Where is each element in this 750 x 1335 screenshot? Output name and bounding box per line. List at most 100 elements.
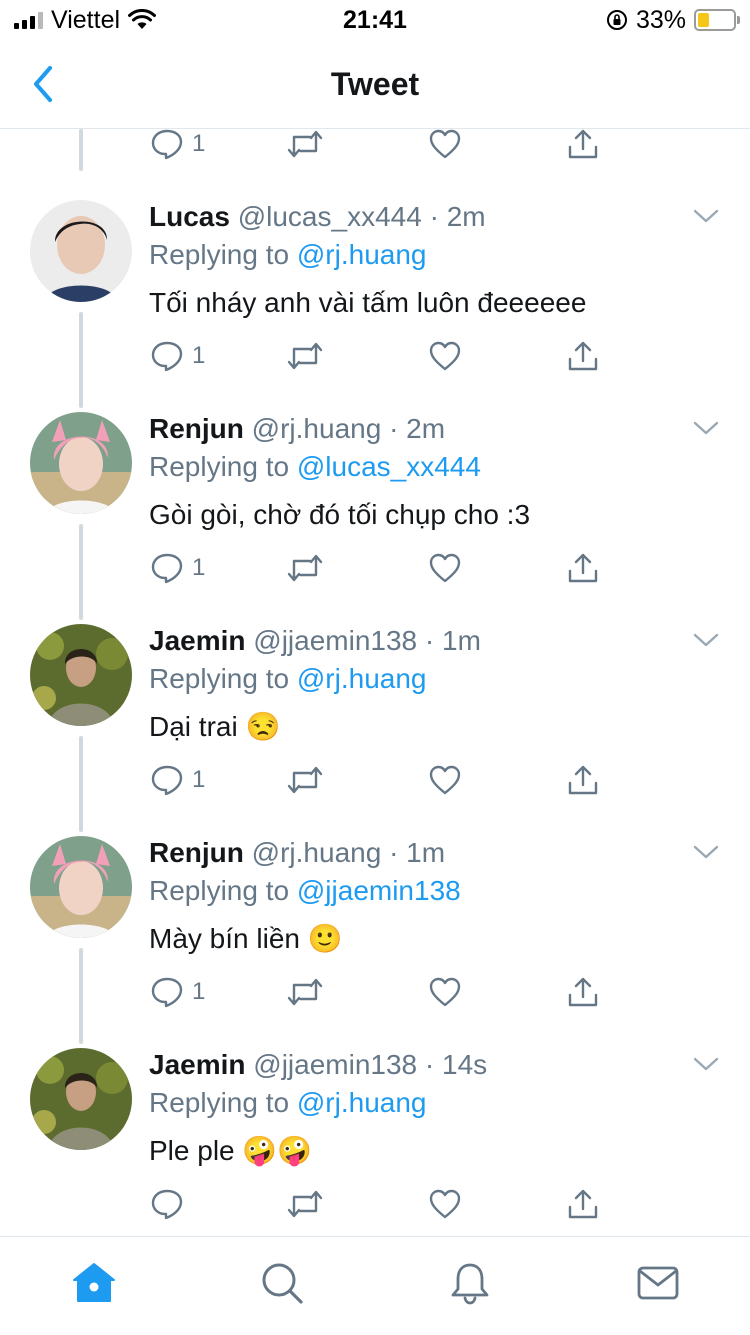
replying-to: Replying to @rj.huang bbox=[149, 1086, 426, 1120]
mention-link[interactable]: @jjaemin138 bbox=[297, 875, 461, 906]
nav-bar: Tweet bbox=[0, 40, 750, 129]
chevron-down-icon[interactable] bbox=[692, 1054, 720, 1074]
retweet-button[interactable] bbox=[286, 129, 324, 167]
thread-connector bbox=[79, 129, 83, 171]
avatar[interactable] bbox=[30, 624, 132, 726]
like-button[interactable] bbox=[428, 545, 462, 591]
tweet[interactable]: Jaemin @jjaemin138 · 1m Replying to @rj.… bbox=[0, 624, 750, 836]
like-button[interactable] bbox=[428, 333, 462, 379]
separator-dot: · bbox=[389, 837, 399, 868]
replying-to: Replying to @jjaemin138 bbox=[149, 874, 461, 908]
retweet-button[interactable] bbox=[286, 333, 324, 379]
tweet-actions: 1 bbox=[150, 757, 610, 807]
battery-icon bbox=[694, 9, 740, 31]
user-handle: @rj.huang bbox=[251, 413, 382, 444]
reply-count: 1 bbox=[192, 342, 206, 369]
share-button[interactable] bbox=[566, 1181, 600, 1227]
share-button[interactable] bbox=[566, 757, 600, 803]
retweet-button[interactable] bbox=[286, 545, 324, 591]
display-name[interactable]: Lucas bbox=[149, 201, 230, 232]
timestamp: 1m bbox=[406, 837, 446, 868]
heart-icon bbox=[429, 1189, 461, 1219]
avatar[interactable] bbox=[30, 200, 132, 302]
reply-count: 1 bbox=[192, 554, 206, 581]
reply-button[interactable]: 1 bbox=[150, 969, 205, 1015]
reply-button[interactable]: 1 bbox=[150, 545, 205, 591]
mention-link[interactable]: @rj.huang bbox=[297, 239, 427, 270]
separator-dot: · bbox=[424, 625, 435, 656]
avatar[interactable] bbox=[30, 1048, 132, 1150]
reply-button[interactable]: 1 bbox=[150, 129, 205, 167]
tweet[interactable]: Lucas @lucas_xx444 · 2m Replying to @rj.… bbox=[0, 200, 750, 412]
tweet[interactable]: Renjun @rj.huang · 2m Replying to @lucas… bbox=[0, 412, 750, 624]
user-handle: @jjaemin138 bbox=[253, 1049, 418, 1080]
avatar[interactable] bbox=[30, 412, 132, 514]
tweet-actions bbox=[150, 1181, 610, 1231]
mention-link[interactable]: @rj.huang bbox=[297, 663, 427, 694]
display-name[interactable]: Jaemin bbox=[149, 1049, 246, 1080]
heart-icon bbox=[429, 129, 461, 159]
display-name[interactable]: Renjun bbox=[149, 413, 244, 444]
share-icon bbox=[568, 553, 598, 583]
tweet-text: Tối nháy anh vài tấm luôn đeeeeee bbox=[149, 287, 587, 318]
conversation-thread[interactable]: 1 Lucas @lucas_xx444 · 2m Replying to @r… bbox=[0, 129, 750, 1236]
replying-to: Replying to @lucas_xx444 bbox=[149, 450, 481, 484]
like-button[interactable] bbox=[428, 969, 462, 1015]
reply-button[interactable]: 1 bbox=[150, 333, 205, 379]
like-button[interactable] bbox=[428, 1181, 462, 1227]
share-button[interactable] bbox=[566, 969, 600, 1015]
user-handle: @jjaemin138 bbox=[253, 625, 418, 656]
share-button[interactable] bbox=[566, 545, 600, 591]
timestamp: 2m bbox=[406, 413, 446, 444]
tab-notifications[interactable] bbox=[446, 1259, 494, 1307]
tweet-text: Dại trai 😒 bbox=[149, 711, 281, 742]
tab-home[interactable] bbox=[70, 1259, 118, 1307]
display-name[interactable]: Renjun bbox=[149, 837, 244, 868]
tab-messages[interactable] bbox=[634, 1259, 682, 1307]
share-button[interactable] bbox=[566, 333, 600, 379]
tweet-header: Renjun @rj.huang · 2m bbox=[149, 412, 680, 446]
chevron-down-icon[interactable] bbox=[692, 418, 720, 438]
retweet-button[interactable] bbox=[286, 757, 324, 803]
chevron-down-icon[interactable] bbox=[692, 842, 720, 862]
reply-button[interactable]: 1 bbox=[150, 757, 205, 803]
retweet-button[interactable] bbox=[286, 969, 324, 1015]
page-title: Tweet bbox=[330, 66, 420, 102]
share-button[interactable] bbox=[566, 129, 600, 167]
chevron-down-icon[interactable] bbox=[692, 206, 720, 226]
replying-prefix: Replying to bbox=[149, 239, 290, 270]
status-right: 33% bbox=[606, 5, 740, 34]
reply-button[interactable] bbox=[150, 1181, 192, 1227]
search-icon bbox=[262, 1263, 303, 1304]
heart-icon bbox=[429, 553, 461, 583]
tweet-header: Lucas @lucas_xx444 · 2m bbox=[149, 200, 680, 234]
avatar[interactable] bbox=[30, 836, 132, 938]
chevron-down-icon[interactable] bbox=[692, 630, 720, 650]
display-name[interactable]: Jaemin bbox=[149, 625, 246, 656]
battery-percent: 33% bbox=[635, 5, 686, 34]
tweet[interactable]: Jaemin @jjaemin138 · 14s Replying to @rj… bbox=[0, 1048, 750, 1236]
tab-search[interactable] bbox=[258, 1259, 306, 1307]
user-handle: @rj.huang bbox=[251, 837, 382, 868]
reply-count: 1 bbox=[192, 130, 206, 157]
retweet-icon bbox=[287, 130, 323, 158]
mention-link[interactable]: @lucas_xx444 bbox=[297, 451, 481, 482]
share-icon bbox=[568, 977, 598, 1007]
heart-icon bbox=[429, 765, 461, 795]
share-icon bbox=[568, 341, 598, 371]
reply-icon bbox=[151, 341, 183, 372]
retweet-button[interactable] bbox=[286, 1181, 324, 1227]
orientation-lock-icon bbox=[606, 10, 627, 30]
reply-count: 1 bbox=[192, 766, 206, 793]
retweet-icon bbox=[287, 766, 323, 794]
status-bar: Viettel 21:41 33% bbox=[0, 0, 750, 40]
mention-link[interactable]: @rj.huang bbox=[297, 1087, 427, 1118]
replying-prefix: Replying to bbox=[149, 875, 290, 906]
tweet[interactable]: Renjun @rj.huang · 1m Replying to @jjaem… bbox=[0, 836, 750, 1048]
heart-icon bbox=[429, 341, 461, 371]
reply-count: 1 bbox=[192, 978, 206, 1005]
separator-dot: · bbox=[429, 201, 439, 232]
like-button[interactable] bbox=[428, 129, 462, 167]
like-button[interactable] bbox=[428, 757, 462, 803]
tweet-header: Renjun @rj.huang · 1m bbox=[149, 836, 680, 870]
